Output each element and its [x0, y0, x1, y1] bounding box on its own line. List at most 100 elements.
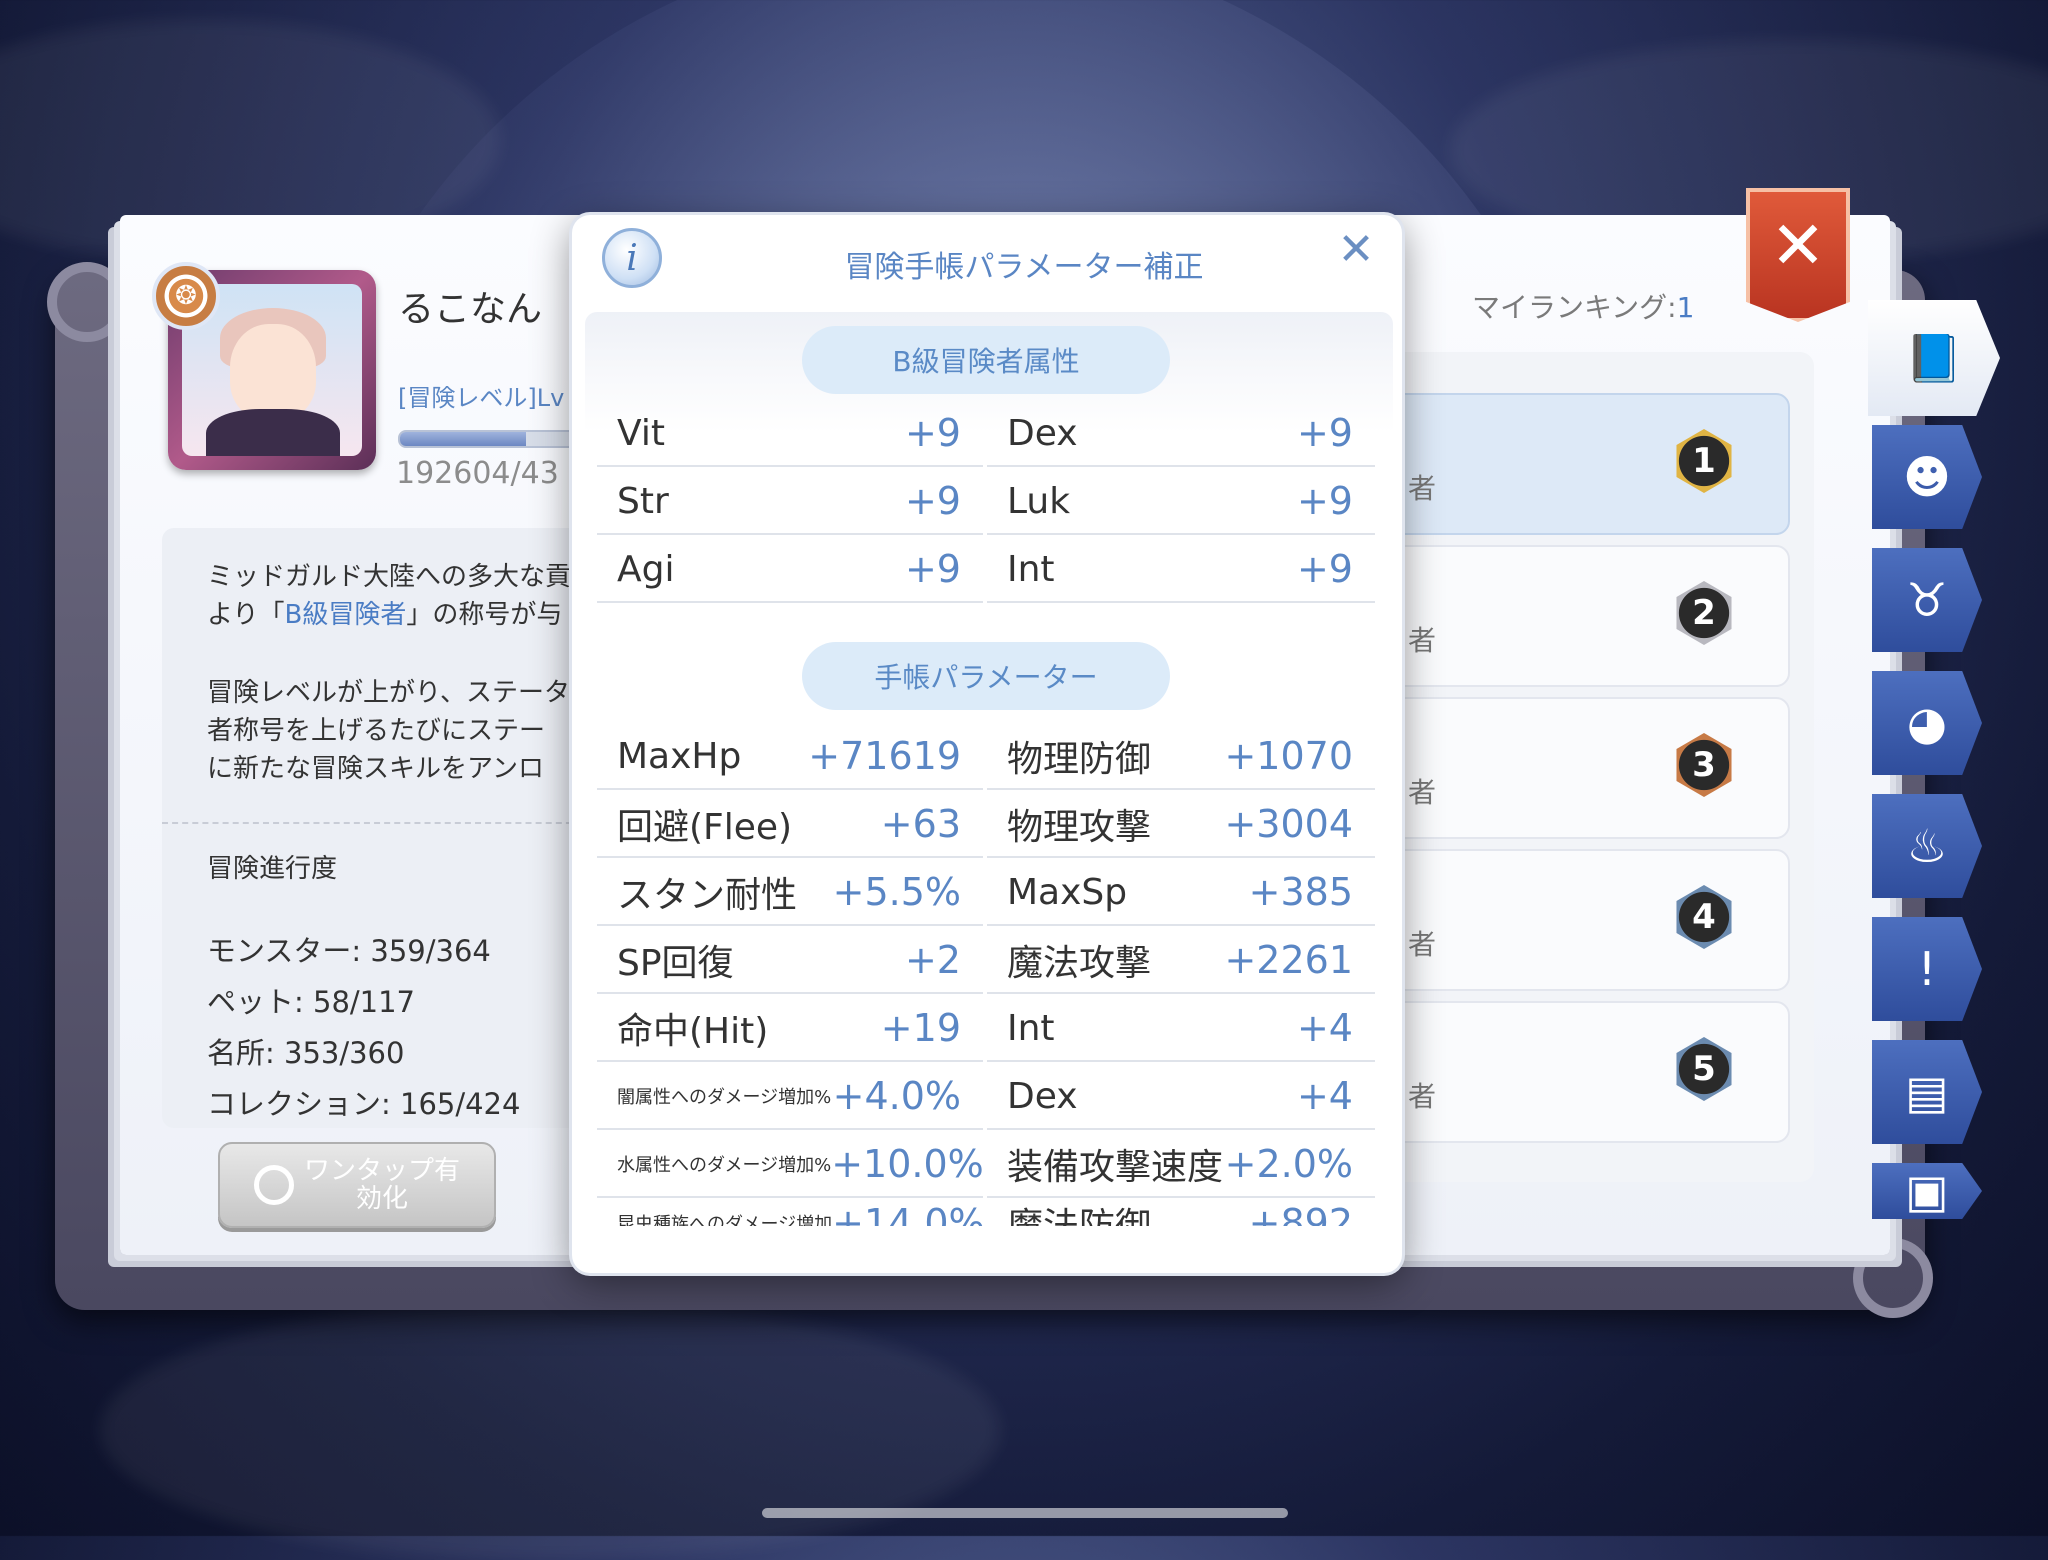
stat-name: スタン耐性 [617, 875, 798, 916]
stat-cell: 命中(Hit) +19 [597, 996, 983, 1062]
open-book-icon[interactable]: ▤ [1872, 1040, 1982, 1144]
stat-value: +19 [880, 1006, 961, 1050]
alert-person-icon[interactable]: ! [1872, 917, 1982, 1021]
dialog-title: 冒険手帳パラメーター補正 [844, 250, 1204, 285]
rank-medal-icon: 3 [1676, 733, 1732, 797]
stat-name: 物理攻撃 [1007, 807, 1152, 848]
stat-value: +892 [1248, 1201, 1353, 1226]
stat-name: 水属性へのダメージ増加% [617, 1155, 832, 1176]
section-title-notebook-params: 手帳パラメーター [802, 642, 1170, 710]
exp-progress-bar [398, 430, 582, 448]
stat-cell: SP回復 +2 [597, 928, 983, 994]
stat-value: +4 [1296, 1074, 1353, 1118]
description-line: 者称号を上げるたびにステー [207, 716, 546, 746]
stat-value: +9 [1296, 547, 1353, 591]
stat-cell: 物理防御 +1070 [987, 724, 1375, 790]
stat-cell: 魔法防御 +892 [987, 1198, 1375, 1226]
description-line: ミッドガルド大陸への多大な貢 [207, 562, 572, 592]
title-highlight: B級冒険者 [284, 600, 407, 630]
stat-cell: 物理攻撃 +3004 [987, 792, 1375, 858]
clipped-row: 昆虫種族へのダメージ増加+14.0% 魔法防御 +892 [585, 1198, 1393, 1226]
progress-title: 冒険進行度 [207, 854, 338, 884]
ranking-row-suffix: 者 [1408, 776, 1437, 809]
description-line: に新たな冒険スキルをアンロ [207, 754, 544, 784]
rank-medal-icon: 4 [1676, 885, 1732, 949]
rank-medal-icon: 1 [1676, 429, 1732, 493]
stat-name: Dex [1007, 412, 1078, 454]
stat-name: MaxHp [617, 735, 742, 777]
grinning-monster-icon[interactable]: ☻ [1872, 425, 1982, 529]
home-indicator[interactable] [762, 1508, 1288, 1518]
progress-collection: コレクション: 165/424 [207, 1087, 521, 1121]
progress-monster: モンスター: 359/364 [207, 934, 491, 968]
adventure-level-label: [冒険レベル]Lv [398, 384, 565, 412]
stat-cell: スタン耐性 +5.5% [597, 860, 983, 926]
stat-value: +9 [904, 479, 961, 523]
stat-name: Int [1007, 548, 1055, 590]
book-icon[interactable]: 📘 [1868, 300, 2000, 416]
stat-value: +9 [904, 411, 961, 455]
stat-cell: 魔法攻撃 +2261 [987, 928, 1375, 994]
ranking-row-suffix: 者 [1408, 928, 1437, 961]
stat-cell: Luk +9 [987, 469, 1375, 535]
dialog-close-icon[interactable]: ✕ [1334, 228, 1378, 272]
stat-name: Luk [1007, 480, 1071, 522]
ranking-row[interactable]: 者2 [1390, 545, 1790, 687]
description-line: より「B級冒険者」の称号が与 [207, 600, 563, 630]
my-ranking: マイランキング:1 [1472, 291, 1695, 324]
stat-value: +4 [1296, 1006, 1353, 1050]
ranking-row-suffix: 者 [1408, 472, 1437, 505]
stat-cell: MaxHp +71619 [597, 724, 983, 790]
stat-cell: 装備攻撃速度 +2.0% [987, 1132, 1375, 1198]
stat-name: 魔法攻撃 [1007, 943, 1152, 984]
stat-value: +9 [1296, 479, 1353, 523]
stat-value: +14.0% [832, 1201, 985, 1226]
stat-name: Dex [1007, 1075, 1078, 1117]
stat-cell: 水属性へのダメージ増加% +10.0% [597, 1132, 984, 1198]
card-icon[interactable]: ▣ [1872, 1163, 1982, 1219]
stat-name: MaxSp [1007, 871, 1128, 913]
stat-value: +2 [904, 938, 961, 982]
stat-name: 昆虫種族へのダメージ増加 [617, 1214, 833, 1226]
stat-value: +10.0% [831, 1142, 984, 1186]
chef-hat-icon[interactable]: ♨ [1872, 794, 1982, 898]
horns-icon[interactable]: ♉ [1872, 548, 1982, 652]
ranking-row-suffix: 者 [1408, 1080, 1437, 1113]
stat-name: SP回復 [617, 943, 734, 984]
stat-value: +4.0% [832, 1074, 961, 1118]
stat-value: +9 [1296, 411, 1353, 455]
stat-cell: Int +9 [987, 537, 1375, 603]
poring-icon[interactable]: ◕ [1872, 671, 1982, 775]
stat-cell: 回避(Flee) +63 [597, 792, 983, 858]
stat-cell: MaxSp +385 [987, 860, 1375, 926]
stat-value: +63 [880, 802, 961, 846]
stat-value: +5.5% [832, 870, 961, 914]
description-line: 冒険レベルが上がり、ステータ [207, 678, 570, 708]
player-name: るこなん [398, 289, 543, 330]
ranking-row[interactable]: 者5 [1390, 1001, 1790, 1143]
stat-name: 物理防御 [1007, 739, 1152, 780]
stat-name: 装備攻撃速度 [1007, 1147, 1224, 1188]
divider [162, 822, 582, 824]
rank-medal-icon: 2 [1676, 581, 1732, 645]
stat-cell: Agi +9 [597, 537, 983, 603]
stat-value: +1070 [1224, 734, 1353, 778]
stat-name: 闇属性へのダメージ増加% [617, 1087, 832, 1108]
stat-cell: Int +4 [987, 996, 1375, 1062]
ranking-row[interactable]: 者4 [1390, 849, 1790, 991]
stat-name: Vit [617, 412, 665, 454]
ranking-row-suffix: 者 [1408, 624, 1437, 657]
ranking-row[interactable]: 者3 [1390, 697, 1790, 839]
stat-value: +385 [1248, 870, 1353, 914]
stat-cell: Str +9 [597, 469, 983, 535]
stat-cell: 昆虫種族へのダメージ増加 +14.0% [597, 1198, 985, 1226]
one-tap-enable-button[interactable]: ワンタップ有 効化 [218, 1142, 496, 1228]
stat-name: 魔法防御 [1007, 1198, 1151, 1226]
stat-name: 回避(Flee) [617, 807, 793, 848]
stat-value: +9 [904, 547, 961, 591]
stat-value: +71619 [808, 734, 961, 778]
stat-cell: Dex +9 [987, 401, 1375, 467]
rank-medal-icon: 5 [1676, 1037, 1732, 1101]
progress-landmark: 名所: 353/360 [207, 1036, 405, 1070]
ranking-row[interactable]: 者1 [1390, 393, 1790, 535]
